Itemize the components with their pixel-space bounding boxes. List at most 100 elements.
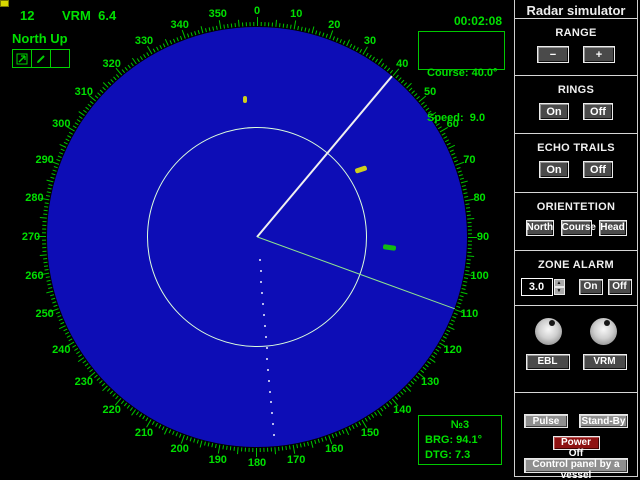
compass-tick	[427, 361, 431, 365]
compass-tick	[300, 26, 303, 31]
compass-tick	[145, 417, 149, 422]
compass-tick	[464, 195, 469, 198]
zone-alarm-down-button[interactable]: ▼	[553, 287, 565, 295]
compass-tick	[107, 81, 112, 86]
compass-tick	[278, 446, 280, 451]
empty-tool-cell[interactable]	[50, 49, 70, 68]
vrm-button[interactable]: VRM	[582, 354, 627, 370]
compass-tick	[435, 348, 440, 352]
compass-tick	[410, 380, 415, 385]
compass-tick	[76, 351, 81, 355]
compass-tick	[400, 79, 405, 84]
range-decrease-button[interactable]: −	[537, 46, 569, 63]
compass-tick	[44, 269, 49, 271]
compass-tick	[68, 338, 73, 342]
zone-alarm-off-button[interactable]: Off	[607, 279, 632, 295]
compass-tick	[325, 33, 328, 38]
vessel-control-panel-button[interactable]: Control panel by a vessel	[524, 458, 628, 480]
compass-tick	[151, 421, 155, 426]
compass-tick	[317, 438, 320, 443]
compass-tick	[463, 280, 468, 283]
compass-degree-label: 130	[420, 376, 440, 389]
compass-tick	[127, 64, 131, 69]
compass-tick	[352, 45, 356, 50]
compass-tick	[66, 335, 71, 338]
compass-tick	[453, 159, 459, 163]
echo-trails-on-button[interactable]: On	[539, 161, 569, 178]
compass-tick	[286, 24, 288, 29]
panel-title: Radar simulator	[515, 0, 637, 19]
compass-degree-label: 270	[21, 231, 41, 243]
power-off-button[interactable]: Power Off	[552, 436, 600, 459]
compass-tick	[400, 391, 404, 395]
compass-tick	[315, 30, 318, 35]
compass-tick	[331, 433, 335, 439]
vrm-tool-button[interactable]	[31, 49, 51, 68]
compass-tick	[433, 351, 438, 355]
standby-button[interactable]: Stand-By	[579, 414, 628, 428]
compass-tick	[371, 413, 375, 418]
range-increase-button[interactable]: +	[583, 46, 615, 63]
compass-tick	[72, 344, 77, 348]
ebl-button[interactable]: EBL	[525, 354, 570, 370]
orientation-course-button[interactable]: Course	[560, 220, 596, 236]
compass-tick	[292, 444, 296, 454]
compass-tick	[381, 63, 385, 67]
zone-alarm-value[interactable]: 3.0	[520, 278, 553, 296]
compass-tick	[355, 423, 358, 428]
compass-tick	[43, 213, 48, 215]
compass-tick	[162, 43, 166, 48]
compass-tick	[358, 421, 362, 426]
compass-tick	[394, 396, 399, 400]
compass-tick	[159, 44, 163, 49]
compass-degree-label: 330	[134, 35, 154, 48]
echo-trails-off-button[interactable]: Off	[583, 161, 613, 178]
compass-tick	[55, 311, 61, 315]
compass-tick	[143, 54, 147, 59]
ebl-tool-button[interactable]	[12, 49, 32, 68]
compass-tick	[467, 222, 472, 224]
compass-tick	[293, 20, 297, 30]
compass-tick	[465, 270, 470, 272]
compass-tick	[395, 74, 399, 79]
radar-display[interactable]: 0 10 20 30 40 50 60 70 80 90 100 110 120 130 140 150 160…	[0, 0, 514, 480]
compass-tick	[172, 430, 175, 435]
vrm-knob[interactable]	[590, 318, 617, 345]
compass-degree-label: 190	[208, 453, 227, 466]
compass-tick	[130, 62, 134, 67]
pulse-button[interactable]: Pulse	[524, 414, 568, 428]
compass-tick	[63, 328, 68, 332]
ebl-knob[interactable]	[535, 318, 562, 345]
trail-dot	[264, 335, 267, 338]
orientation-head-button[interactable]: Head	[598, 220, 627, 236]
compass-tick	[193, 438, 196, 443]
trail-dot	[268, 379, 271, 382]
compass-tick	[460, 180, 468, 184]
compass-tick	[257, 17, 258, 26]
compass-tick	[398, 77, 402, 81]
compass-tick	[342, 40, 346, 45]
compass-tick	[227, 23, 229, 29]
rings-off-button[interactable]: Off	[583, 103, 613, 120]
compass-tick	[85, 106, 90, 111]
compass-tick	[238, 19, 240, 27]
orientation-north-button[interactable]: North	[525, 220, 554, 236]
compass-tick	[383, 405, 387, 410]
zone-alarm-on-button[interactable]: On	[578, 279, 603, 295]
compass-tick	[457, 170, 462, 173]
compass-tick	[53, 304, 58, 307]
rings-section: RINGS On Off	[515, 84, 637, 134]
compass-tick	[59, 152, 64, 155]
compass-tick	[59, 143, 67, 148]
zone-alarm-up-button[interactable]: ▲	[553, 279, 565, 287]
compass-tick	[196, 439, 199, 444]
compass-tick	[467, 229, 472, 231]
trail-dot	[263, 324, 266, 327]
compass-tick	[371, 56, 375, 61]
compass-tick	[336, 37, 339, 42]
rings-on-button[interactable]: On	[539, 103, 569, 120]
compass-degree-label: 280	[25, 191, 44, 204]
compass-tick	[222, 445, 224, 450]
compass-tick	[303, 442, 306, 447]
compass-tick	[50, 294, 55, 297]
